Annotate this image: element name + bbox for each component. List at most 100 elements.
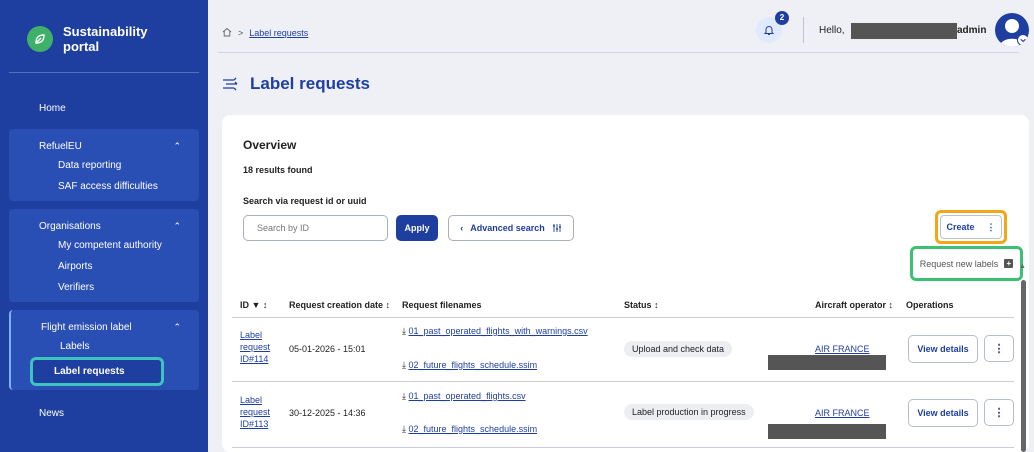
page-title-text: Label requests xyxy=(250,74,370,93)
th-status-label: Status xyxy=(624,300,652,310)
sidebar: Sustainability portal Home RefuelEU ⌃ Da… xyxy=(0,0,208,452)
th-operator-label: Aircraft operator xyxy=(815,300,887,310)
sidebar-item-label-requests[interactable]: Label requests xyxy=(30,357,164,386)
overview-title: Overview xyxy=(243,138,297,152)
file-link[interactable]: ⤓ 01_past_operated_flights_with_warnings… xyxy=(402,326,588,337)
request-id-link[interactable]: Label request ID#114 xyxy=(240,329,270,365)
request-new-labels-label: Request new labels xyxy=(919,258,999,269)
advanced-search-button[interactable]: ‹ Advanced search xyxy=(448,215,574,241)
apply-button[interactable]: Apply xyxy=(396,215,438,241)
table-row: Label request ID#114 05-01-2026 - 15:01 … xyxy=(232,318,1014,382)
row-actions-button[interactable]: ⋮ xyxy=(984,335,1014,362)
request-id-line: Label xyxy=(240,330,263,340)
greeting: Hello, xyxy=(819,25,845,36)
sidebar-item-labels[interactable]: Labels xyxy=(11,336,199,357)
view-details-button[interactable]: View details xyxy=(908,335,978,363)
brand[interactable]: Sustainability portal xyxy=(9,12,199,73)
sidebar-item-data-reporting[interactable]: Data reporting xyxy=(9,155,199,176)
sidebar-item-news[interactable]: News xyxy=(9,408,199,419)
search-label: Search via request id or uuid xyxy=(243,196,367,206)
leaf-icon xyxy=(27,26,53,52)
sidebar-item-saf-access[interactable]: SAF access difficulties xyxy=(9,176,199,197)
sidebar-item-competent-authority[interactable]: My competent authority xyxy=(9,235,199,256)
row-actions-button[interactable]: ⋮ xyxy=(984,399,1014,426)
request-id-line: ID#113 xyxy=(240,419,269,429)
file-name: 02_future_flights_schedule.ssim xyxy=(408,424,538,434)
chevron-up-icon: ⌃ xyxy=(173,220,181,231)
more-vertical-icon: ⋮ xyxy=(986,221,996,232)
search-input[interactable] xyxy=(243,215,388,241)
sidebar-group-refueleu: RefuelEU ⌃ Data reporting SAF access dif… xyxy=(9,129,199,201)
header-divider xyxy=(218,52,1019,53)
label-requests-icon xyxy=(223,77,238,91)
file-name: 01_past_operated_flights.csv xyxy=(408,391,526,401)
view-details-button[interactable]: View details xyxy=(908,399,978,427)
plus-square-icon: + xyxy=(1004,259,1014,268)
table-header: ID ▼ ↕ Request creation date ↕ Request f… xyxy=(232,288,1014,318)
sidebar-group-toggle-organisations[interactable]: Organisations ⌃ xyxy=(9,217,199,235)
table-row: Label request ID#113 30-12-2025 - 14:36 … xyxy=(232,383,1014,448)
create-button[interactable]: Create ⋮ xyxy=(940,215,1002,239)
redacted-name xyxy=(851,23,957,39)
sidebar-group-toggle-flight-emission[interactable]: Flight emission label ⌃ xyxy=(11,318,199,336)
download-icon: ⤓ xyxy=(402,326,406,336)
chevron-up-icon: ⌃ xyxy=(173,321,181,332)
sidebar-item-home[interactable]: Home xyxy=(9,103,199,114)
bell-icon xyxy=(763,26,775,35)
th-id-label: ID xyxy=(240,300,249,310)
sidebar-group-organisations: Organisations ⌃ My competent authority A… xyxy=(9,209,199,302)
sidebar-group-toggle-refueleu[interactable]: RefuelEU ⌃ xyxy=(9,137,199,155)
th-creation-date[interactable]: Request creation date ↕ xyxy=(289,300,390,310)
home-icon[interactable] xyxy=(222,27,232,39)
th-operator[interactable]: Aircraft operator ↕ xyxy=(815,300,893,310)
sidebar-group-label: Organisations xyxy=(39,220,101,232)
page-title: Label requests xyxy=(222,74,370,94)
redacted-operator-info xyxy=(768,355,886,370)
creation-date: 30-12-2025 - 14:36 xyxy=(289,408,366,418)
request-id-line: request xyxy=(240,342,271,352)
request-id-line: ID#114 xyxy=(240,354,269,364)
th-status[interactable]: Status ↕ xyxy=(624,300,659,310)
download-icon: ⤓ xyxy=(402,360,406,370)
file-link[interactable]: ⤓ 02_future_flights_schedule.ssim xyxy=(402,424,537,435)
th-operations: Operations xyxy=(906,300,954,310)
scrollbar-thumb[interactable] xyxy=(1021,280,1026,452)
sidebar-item-airports[interactable]: Airports xyxy=(9,256,199,277)
chevron-left-icon: ‹ xyxy=(460,223,464,233)
operator-link[interactable]: AIR FRANCE xyxy=(815,344,870,354)
scroll-up-icon[interactable]: ▲ xyxy=(1019,263,1026,270)
download-icon: ⤓ xyxy=(402,391,406,401)
more-vertical-icon: ⋮ xyxy=(993,343,1005,355)
results-count: 18 results found xyxy=(243,165,313,175)
overview-card: Overview 18 results found Search via req… xyxy=(222,115,1029,452)
avatar[interactable] xyxy=(995,13,1029,47)
filter-sliders-icon xyxy=(552,224,561,232)
file-link[interactable]: ⤓ 01_past_operated_flights.csv xyxy=(402,391,526,402)
brand-title: Sustainability portal xyxy=(63,24,148,54)
th-id[interactable]: ID ▼ ↕ xyxy=(240,300,267,310)
brand-title-line1: Sustainability xyxy=(63,24,148,39)
th-filenames: Request filenames xyxy=(402,300,482,310)
topbar: > Label requests 2 Hello, admin xyxy=(208,0,1034,54)
file-name: 02_future_flights_schedule.ssim xyxy=(408,360,538,370)
sort-icon: ↕ xyxy=(654,300,659,310)
sort-icon: ↕ xyxy=(385,300,391,310)
breadcrumb-current[interactable]: Label requests xyxy=(249,28,308,38)
status-badge: Label production in progress xyxy=(624,404,754,420)
sort-desc-icon[interactable]: ▼ ↕ xyxy=(252,300,268,310)
request-id-line: request xyxy=(240,407,271,417)
request-id-link[interactable]: Label request ID#113 xyxy=(240,394,270,430)
user-icon xyxy=(999,19,1029,47)
operator-link[interactable]: AIR FRANCE xyxy=(815,408,870,418)
th-creation-date-label: Request creation date xyxy=(289,300,384,310)
chevron-up-icon: ⌃ xyxy=(173,140,181,151)
sidebar-group-label: Flight emission label xyxy=(41,321,132,333)
notifications-button[interactable]: 2 xyxy=(756,11,789,43)
sidebar-item-verifiers[interactable]: Verifiers xyxy=(9,277,199,298)
status-badge: Upload and check data xyxy=(624,341,733,357)
advanced-search-label: Advanced search xyxy=(470,223,545,233)
sidebar-group-flight-emission-label: Flight emission label ⌃ Labels Label req… xyxy=(9,310,199,390)
file-link[interactable]: ⤓ 02_future_flights_schedule.ssim xyxy=(402,360,537,371)
request-new-labels-menu-item[interactable]: Request new labels + xyxy=(910,246,1023,281)
notification-badge: 2 xyxy=(775,11,789,25)
